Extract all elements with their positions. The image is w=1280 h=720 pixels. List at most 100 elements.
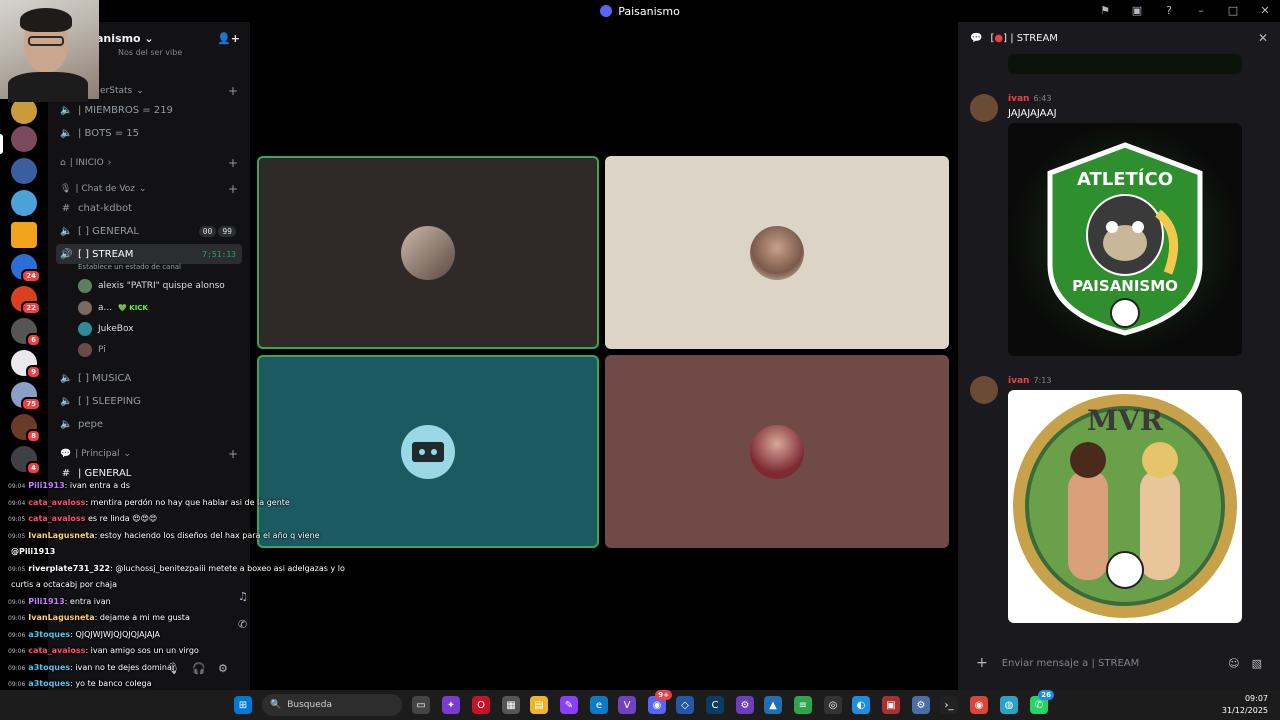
discord-icon[interactable]: ◉ 9+ xyxy=(648,690,672,714)
image-attachment[interactable]: MVR xyxy=(1008,390,1242,623)
participant-tile[interactable] xyxy=(605,156,949,349)
app-icon[interactable]: ▣ xyxy=(882,696,900,714)
taskbar-search[interactable]: 🔍 Busqueda xyxy=(262,694,402,716)
notes-icon[interactable]: ≡ xyxy=(794,696,812,714)
image-attachment[interactable]: ATLETÍCO PAISANISMO xyxy=(1008,123,1242,356)
vpn-icon[interactable]: V xyxy=(618,696,636,714)
message-input[interactable]: Enviar mensaje a | STREAM xyxy=(1002,658,1140,669)
terminal-icon[interactable]: ›_ xyxy=(940,696,958,714)
title-bar-controls: ⚑ ▣ ? – □ ✕ xyxy=(1098,3,1272,17)
close-icon[interactable]: ✕ xyxy=(1258,3,1272,17)
store-icon[interactable]: ▦ xyxy=(502,696,520,714)
server-icon[interactable]: 75 xyxy=(11,382,41,411)
pen-icon[interactable]: ✎ xyxy=(560,696,578,714)
opera-icon[interactable]: O xyxy=(472,696,490,714)
settings-icon[interactable]: ⚙ xyxy=(912,696,930,714)
app-icon[interactable]: ▲ xyxy=(764,696,782,714)
channel-pepe[interactable]: 🔈 pepe xyxy=(56,414,242,434)
help-icon[interactable]: ? xyxy=(1162,3,1176,17)
voice-member[interactable]: JukeBox xyxy=(78,320,134,338)
category-serverstats[interactable]: erStats ⌄ xyxy=(100,86,144,96)
stat-channel-members[interactable]: 🔈 | MIEMBROS = 219 xyxy=(56,100,242,120)
voice-member[interactable]: Pi xyxy=(78,341,106,359)
minimize-icon[interactable]: – xyxy=(1194,3,1208,17)
message-author[interactable]: ivan 7:13 xyxy=(1008,376,1051,386)
c-icon[interactable]: C xyxy=(706,696,724,714)
avatar[interactable] xyxy=(970,94,998,122)
participant-avatar xyxy=(401,225,455,280)
server-subtitle: Nos del ser vibe xyxy=(118,48,183,57)
message-author[interactable]: ivan 6:43 xyxy=(1008,94,1051,104)
server-icon[interactable]: 6 xyxy=(11,318,41,347)
folder-icon[interactable]: ▤ xyxy=(530,696,548,714)
close-icon[interactable]: ✕ xyxy=(1258,31,1268,45)
edge-icon[interactable]: e xyxy=(590,696,608,714)
message-time: 7:13 xyxy=(1033,376,1052,385)
vscode-icon[interactable]: ◇ xyxy=(676,696,694,714)
windows-icon[interactable]: ⊞ xyxy=(234,696,252,714)
taskbar-clock[interactable]: 09:07 31/12/2025 xyxy=(1222,693,1268,717)
category-inicio[interactable]: ⌂ | INICIO › xyxy=(60,158,111,168)
participant-tile[interactable] xyxy=(605,355,949,548)
server-icon[interactable]: 24 xyxy=(11,254,41,283)
message-composer[interactable]: + Enviar mensaje a | STREAM ☺ ▧ xyxy=(966,648,1272,678)
category-principal[interactable]: 💬 | Principal ⌄ xyxy=(60,449,131,459)
channel-stream[interactable]: 🔊 [ ] STREAM 7:51:13 xyxy=(56,244,242,264)
add-member-icon[interactable]: 👤+ xyxy=(217,32,240,45)
mention-badge: 4 xyxy=(26,461,41,475)
speaker-icon: 🔈 xyxy=(60,225,73,237)
atletico-badge: ATLETÍCO PAISANISMO xyxy=(1047,142,1203,336)
plus-icon[interactable]: + xyxy=(976,655,988,671)
maximize-icon[interactable]: □ xyxy=(1226,3,1240,17)
overlay-text: : yo te banco colega xyxy=(70,679,152,688)
overlay-user: IvanLagusneta xyxy=(28,530,95,540)
channel-general-voice[interactable]: 🔈 [ ] GENERAL 00 99 xyxy=(56,221,242,241)
server-icon[interactable] xyxy=(11,158,37,184)
voice-member[interactable]: alexis "PATRI" quispe alonso xyxy=(78,277,225,295)
server-icon[interactable]: 22 xyxy=(11,286,41,315)
plus-icon[interactable]: + xyxy=(228,156,238,170)
app-icon[interactable]: ◎ xyxy=(824,696,842,714)
stat-channel-bots[interactable]: 🔈 | BOTS = 15 xyxy=(56,123,242,143)
webcam-overlay xyxy=(0,0,99,102)
channel-sleeping[interactable]: 🔈 [ ] SLEEPING xyxy=(56,391,242,411)
plus-icon[interactable]: + xyxy=(228,84,238,98)
clock-time: 09:07 xyxy=(1244,694,1268,703)
app-icon[interactable]: ◐ xyxy=(852,696,870,714)
server-icon[interactable] xyxy=(11,126,37,152)
pin-icon[interactable]: ⚑ xyxy=(1098,3,1112,17)
server-icon[interactable]: 4 xyxy=(11,446,41,475)
whatsapp-icon[interactable]: ✆ 26 xyxy=(1030,690,1054,714)
channel-label: [ ] MUSICA xyxy=(78,372,132,384)
channel-status[interactable]: Establece un estado de canal xyxy=(78,263,181,271)
app-icon[interactable]: ◍ xyxy=(1000,696,1018,714)
channel-musica[interactable]: 🔈 [ ] MUSICA xyxy=(56,368,242,388)
overlay-text: curtis a octacabj por chaja xyxy=(11,580,118,589)
overlay-user: cata_avaloss xyxy=(28,646,86,655)
participant-tile[interactable] xyxy=(257,156,599,349)
chat-title: [●] | STREAM xyxy=(990,32,1058,44)
overlay-time: 09:06 xyxy=(8,615,26,622)
image-attachment[interactable] xyxy=(1008,54,1242,74)
overlay-chat-line: 09:05 riverplate731_322: @luchossj_benite… xyxy=(8,561,345,578)
server-icon[interactable] xyxy=(11,222,37,248)
plus-icon[interactable]: + xyxy=(228,182,238,196)
overlay-text: : mentira perdón no hay que hablar asi d… xyxy=(85,497,290,507)
voice-member[interactable]: a... 💚 KICK xyxy=(78,299,148,317)
channel-chat-kdbot[interactable]: # chat-kdbot xyxy=(56,198,242,218)
chrome-icon[interactable]: ◉ xyxy=(970,696,988,714)
server-icon[interactable] xyxy=(11,190,37,216)
inbox-icon[interactable]: ▣ xyxy=(1130,3,1144,17)
plus-icon[interactable]: + xyxy=(228,447,238,461)
server-icon[interactable]: 8 xyxy=(11,414,41,443)
cassette-icon xyxy=(401,424,455,479)
emoji-icon[interactable]: ☺ xyxy=(1228,657,1239,670)
copilot-icon[interactable]: ✦ xyxy=(442,696,460,714)
sticker-icon[interactable]: ▧ xyxy=(1252,657,1262,670)
app-icon[interactable]: ⚙ xyxy=(736,696,754,714)
avatar[interactable] xyxy=(970,376,998,404)
task-view-icon[interactable]: ▭ xyxy=(412,696,430,714)
avatar xyxy=(78,322,92,336)
category-voice[interactable]: 🎙 | Chat de Voz ⌄ xyxy=(60,184,147,194)
server-icon[interactable]: 9 xyxy=(11,350,41,379)
